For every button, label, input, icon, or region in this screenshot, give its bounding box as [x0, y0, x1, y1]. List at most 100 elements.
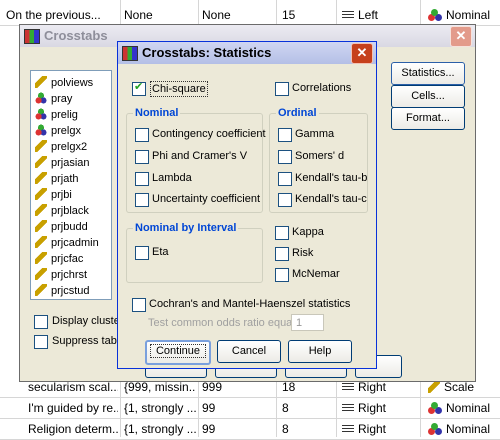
cell-align: Left — [358, 8, 379, 22]
list-item[interactable]: polviews — [35, 75, 93, 91]
variable-name: prelgx2 — [51, 141, 88, 153]
scale-icon — [35, 252, 47, 264]
nominal-icon — [428, 9, 442, 21]
cell-measure: Nominal — [446, 8, 491, 22]
kappa-checkbox[interactable] — [275, 226, 289, 240]
variable-name: prjchrst — [51, 269, 88, 281]
mcnemar-checkbox[interactable] — [275, 268, 289, 282]
cell-align: Right — [358, 401, 387, 415]
cell-label: On the previous... — [6, 8, 101, 22]
scale-icon — [35, 172, 47, 184]
odds-ratio-input[interactable] — [291, 314, 324, 331]
gamma-label: Gamma — [295, 128, 335, 140]
variable-list[interactable]: polviews pray prelig prelgx prelgx2 prjasian p… — [30, 70, 112, 300]
uncertainty-coefficient-checkbox[interactable] — [135, 193, 149, 207]
scale-icon — [35, 284, 47, 296]
scale-icon — [35, 204, 47, 216]
cell-align: Right — [358, 422, 387, 436]
nominal-icon — [35, 92, 47, 104]
scale-icon — [428, 381, 440, 393]
close-icon[interactable]: ✕ — [351, 43, 373, 64]
variable-name: prjbudd — [51, 221, 88, 233]
risk-checkbox[interactable] — [275, 247, 289, 261]
help-button[interactable]: Help — [288, 340, 352, 363]
cell-measure: Nominal — [446, 422, 491, 436]
nominal-icon — [428, 423, 442, 435]
odds-ratio-label: Test common odds ratio equals: — [148, 317, 304, 329]
continue-button[interactable]: Continue — [145, 340, 211, 365]
cell-label: Religion determ... — [28, 422, 118, 436]
format-button[interactable]: Format... — [391, 107, 465, 130]
eta-checkbox[interactable] — [135, 246, 149, 260]
cell-label: I'm guided by re... — [28, 401, 118, 415]
cell-columns: 15 — [282, 8, 296, 22]
somers-d-checkbox[interactable] — [278, 150, 292, 164]
kendall-tau-b-checkbox[interactable] — [278, 172, 292, 186]
scale-icon — [35, 188, 47, 200]
variable-name: prelig — [51, 109, 78, 121]
lambda-checkbox[interactable] — [135, 172, 149, 186]
list-item[interactable]: prelgx2 — [35, 139, 87, 155]
scale-icon — [35, 156, 47, 168]
cell-values: None — [124, 8, 153, 22]
variable-name: prjcfac — [51, 253, 84, 265]
list-item[interactable]: prelgx — [35, 123, 81, 139]
display-clustered-checkbox[interactable] — [34, 315, 48, 329]
cancel-button[interactable]: Cancel — [217, 340, 281, 363]
ordinal-group: Ordinal Gamma Somers' d Kendall's tau-b … — [269, 106, 368, 213]
variable-name: prjath — [51, 173, 79, 185]
cell-measure: Scale — [444, 380, 475, 394]
list-item[interactable]: prjbi — [35, 187, 72, 203]
cell-values: {1, strongly ... — [124, 401, 196, 415]
align-right-icon — [342, 425, 354, 434]
suppress-tables-checkbox[interactable] — [34, 335, 48, 349]
suppress-tables-label: Suppress table — [52, 335, 126, 347]
gamma-checkbox[interactable] — [278, 128, 292, 142]
variable-name: prjasian — [51, 157, 90, 169]
scale-icon — [35, 220, 47, 232]
scale-icon — [35, 268, 47, 280]
list-item[interactable]: prjath — [35, 171, 79, 187]
phi-cramers-checkbox[interactable] — [135, 150, 149, 164]
mcnemar-label: McNemar — [292, 268, 340, 280]
list-item[interactable]: prjcadmin — [35, 235, 99, 251]
phi-cramers-label: Phi and Cramer's V — [152, 150, 248, 162]
statistics-button[interactable]: Statistics... — [391, 62, 465, 85]
scale-icon — [35, 76, 47, 88]
align-left-icon — [342, 11, 354, 20]
table-row[interactable]: I'm guided by re... {1, strongly ... 99 … — [0, 398, 500, 419]
correlations-checkbox[interactable] — [275, 82, 289, 96]
cell-columns: 8 — [282, 401, 289, 415]
align-right-icon — [342, 404, 354, 413]
list-item[interactable]: prelig — [35, 107, 78, 123]
cells-button[interactable]: Cells... — [391, 85, 465, 108]
list-item[interactable]: prjcstud — [35, 283, 90, 299]
list-item[interactable]: prjblack — [35, 203, 89, 219]
list-item[interactable]: pray — [35, 91, 72, 107]
kappa-label: Kappa — [292, 226, 324, 238]
nominal-icon — [35, 108, 47, 120]
variable-name: prelgx — [51, 125, 81, 137]
list-item[interactable]: prjcfac — [35, 251, 83, 267]
statistics-titlebar[interactable]: Crosstabs: Statistics ✕ — [118, 42, 376, 64]
list-item[interactable]: prjasian — [35, 155, 90, 171]
cmh-checkbox[interactable] — [132, 298, 146, 312]
crosstabs-title: Crosstabs — [44, 28, 108, 43]
contingency-coefficient-label: Contingency coefficient — [152, 128, 266, 140]
table-row[interactable]: On the previous... None None 15 Left Nom… — [0, 5, 500, 26]
cell-missing: None — [202, 8, 231, 22]
statistics-icon — [122, 46, 138, 61]
chi-square-checkbox[interactable] — [132, 80, 146, 96]
variable-name: prjcstud — [51, 285, 90, 297]
list-item[interactable]: prjbudd — [35, 219, 88, 235]
variable-name: prjblack — [51, 205, 89, 217]
crosstabs-icon — [24, 29, 40, 44]
list-item[interactable]: prjchrst — [35, 267, 87, 283]
contingency-coefficient-checkbox[interactable] — [135, 128, 149, 142]
close-icon[interactable]: ✕ — [450, 26, 472, 47]
nominal-group-title: Nominal — [133, 106, 181, 120]
cmh-label: Cochran's and Mantel-Haenszel statistics — [149, 298, 351, 310]
ordinal-group-title: Ordinal — [276, 106, 319, 120]
kendall-tau-c-checkbox[interactable] — [278, 193, 292, 207]
cell-missing: 99 — [202, 422, 216, 436]
